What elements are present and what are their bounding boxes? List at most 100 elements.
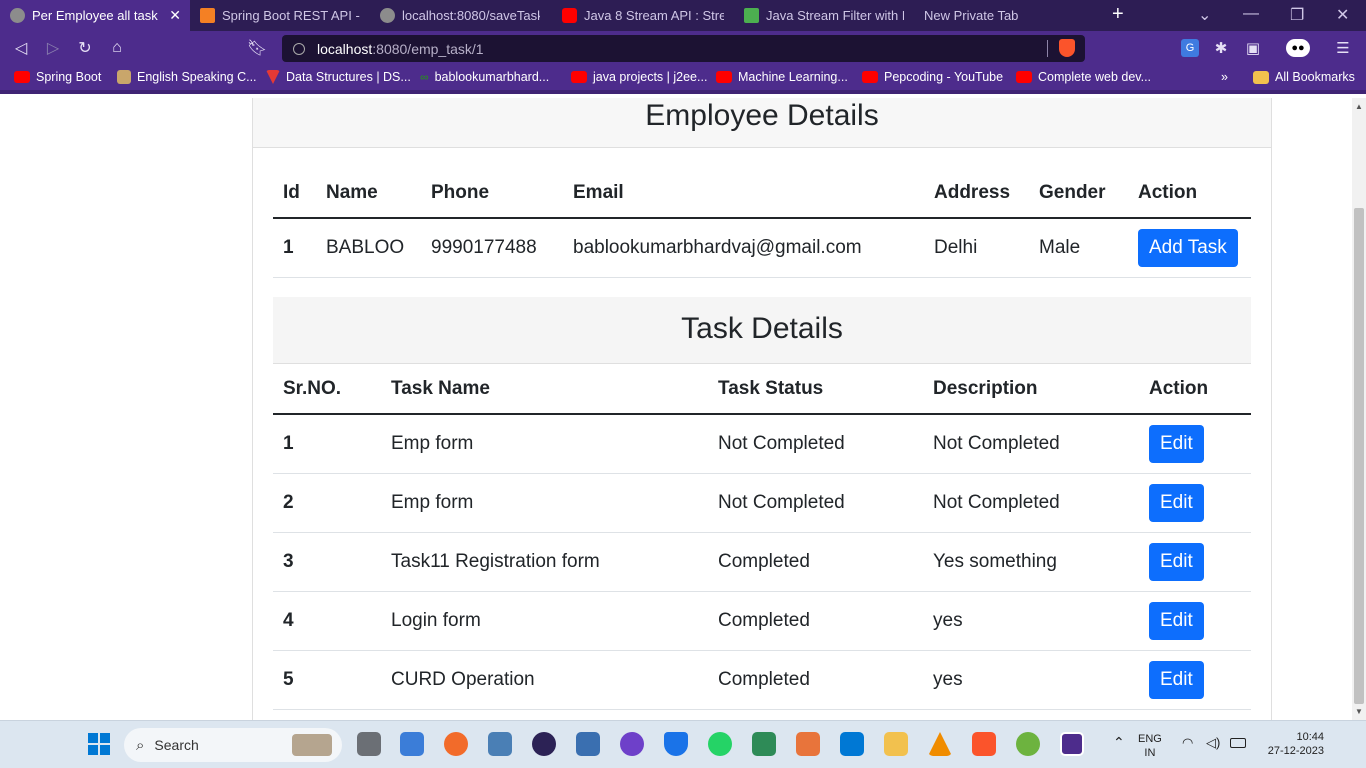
task-sr-no: 2 [273,473,381,533]
browser-private-icon[interactable] [1060,732,1084,756]
edit-task-button[interactable]: Edit [1149,542,1204,581]
github-icon[interactable] [620,732,644,756]
chevron-down-icon[interactable]: ⌄ [1198,5,1211,25]
task-sr-no: 3 [273,532,381,592]
tab-title: Per Employee all task [32,8,158,23]
photos-icon[interactable] [488,732,512,756]
task-status: Not Completed [708,473,923,533]
chevron-up-icon[interactable]: ⌃ [1113,735,1125,749]
leaf-icon [744,8,759,23]
region-label: IN [1144,747,1156,759]
site-icon [266,70,280,84]
employee-gender: Male [1029,218,1128,278]
column-header: Action [1139,364,1251,415]
whatsapp-icon[interactable] [708,732,732,756]
restore-icon[interactable]: ❐ [1290,5,1304,25]
task-name: Emp form [381,414,708,474]
translate-icon[interactable]: G [1181,39,1199,57]
table-row: 1 Emp form Not Completed Not Completed E… [273,414,1251,474]
app-icon[interactable] [752,732,776,756]
window-close-icon[interactable]: ✕ [1336,5,1349,25]
sidebar-icon[interactable]: ▣ [1244,39,1262,57]
tab-spring-boot[interactable]: Spring Boot REST API - Typ [190,0,370,31]
bookmark-complete-web-dev[interactable]: Complete web dev... [1016,70,1151,84]
browser-toolbar: ◁ ▷ ↻ ⌂ 🔖︎ localhost:8080/emp_task/1 G ✱… [0,31,1366,66]
taskbar-search[interactable]: ⌕ Search [124,728,342,762]
vscode-icon[interactable] [840,732,864,756]
more-bookmarks-button[interactable]: » [1221,70,1228,84]
app-icon[interactable] [400,732,424,756]
page-scrollbar[interactable]: ▲ ▼ [1352,98,1366,720]
task-description: yes [923,591,1139,651]
postman-icon[interactable] [444,732,468,756]
extensions-icon[interactable]: ✱ [1212,39,1230,57]
task-status: Completed [708,591,923,651]
clock-time: 10:44 [1296,731,1324,743]
tab-per-employee[interactable]: Per Employee all task ✕ [0,0,190,31]
tab-save-task[interactable]: localhost:8080/saveTask [370,0,550,31]
table-row: 1 BABLOO 9990177488 bablookumarbhardvaj@… [273,218,1251,278]
task-table: Sr.NO. Task Name Task Status Description… [273,364,1251,710]
scrollbar-thumb[interactable] [1354,208,1364,704]
tab-new-private[interactable]: New Private Tab [914,0,1094,31]
scroll-up-icon[interactable]: ▲ [1355,102,1363,111]
url-separator [1047,40,1048,57]
address-bar[interactable]: localhost:8080/emp_task/1 [282,35,1085,62]
all-bookmarks-button[interactable]: All Bookmarks [1253,70,1355,84]
home-icon[interactable]: ⌂ [106,37,128,59]
windows-start-icon[interactable] [88,733,110,755]
bookmark-machine-learning[interactable]: Machine Learning... [716,70,848,84]
column-header: Action [1128,168,1251,219]
back-icon[interactable]: ◁ [10,37,32,59]
forward-icon[interactable]: ▷ [42,37,64,59]
edit-task-button[interactable]: Edit [1149,424,1204,463]
app-icon[interactable] [796,732,820,756]
action-cell: Edit [1139,591,1251,651]
edit-task-button[interactable]: Edit [1149,483,1204,522]
search-label: Search [154,737,199,753]
employee-card: Employee Details Id Name Phone Email Add… [252,98,1272,720]
task-description: Not Completed [923,473,1139,533]
bookmark-spring-boot[interactable]: Spring Boot [14,70,101,84]
clock[interactable]: 10:44 27-12-2023 [1262,730,1324,758]
bookmark-data-structures[interactable]: Data Structures | DS... [266,70,411,84]
bookmark-pepcoding[interactable]: Pepcoding - YouTube [862,70,1003,84]
eclipse-icon[interactable] [532,732,556,756]
minimize-icon[interactable]: — [1243,5,1259,23]
brave-icon[interactable] [972,732,996,756]
battery-icon[interactable] [1230,738,1246,748]
new-tab-icon[interactable]: + [1112,3,1124,26]
edit-task-button[interactable]: Edit [1149,601,1204,640]
volume-icon[interactable]: ◁) [1206,736,1220,750]
bookmark-english-speaking[interactable]: English Speaking C... [117,70,257,84]
bookmark-java-projects[interactable]: java projects | j2ee... [571,70,707,84]
site-info-icon[interactable] [293,42,305,55]
app-icon[interactable] [576,732,600,756]
brave-shields-icon[interactable] [1059,39,1075,57]
language-indicator[interactable]: ENG IN [1138,732,1162,760]
bookmark-bablookumar[interactable]: ∞ bablookumarbhard... [420,70,549,84]
table-header-row: Sr.NO. Task Name Task Status Description… [273,364,1251,415]
defender-icon[interactable] [664,732,688,756]
task-name: CURD Operation [381,650,708,710]
column-header: Name [316,168,421,219]
double-chevron-right-icon: » [1221,70,1228,84]
table-row: 5 CURD Operation Completed yes Edit [273,650,1251,710]
column-header: Sr.NO. [273,364,381,415]
vlc-icon[interactable] [928,732,952,756]
scroll-down-icon[interactable]: ▼ [1355,707,1363,716]
file-explorer-icon[interactable] [884,732,908,756]
menu-icon[interactable]: ☰ [1334,39,1352,57]
close-icon[interactable]: ✕ [169,7,181,24]
edit-task-button[interactable]: Edit [1149,660,1204,699]
spring-tool-icon[interactable] [1016,732,1040,756]
wifi-icon[interactable]: ◠ [1182,736,1193,750]
task-view-icon[interactable] [357,732,381,756]
tab-java-stream-filter[interactable]: Java Stream Filter with Lam [734,0,914,31]
stackoverflow-icon [200,8,215,23]
tab-java-stream-api[interactable]: Java 8 Stream API : Streams [552,0,734,31]
reload-icon[interactable]: ↻ [74,37,96,59]
bookmark-icon[interactable]: 🔖︎ [246,37,268,59]
add-task-button[interactable]: Add Task [1138,228,1238,267]
private-window-icon[interactable]: ●● [1286,39,1310,57]
